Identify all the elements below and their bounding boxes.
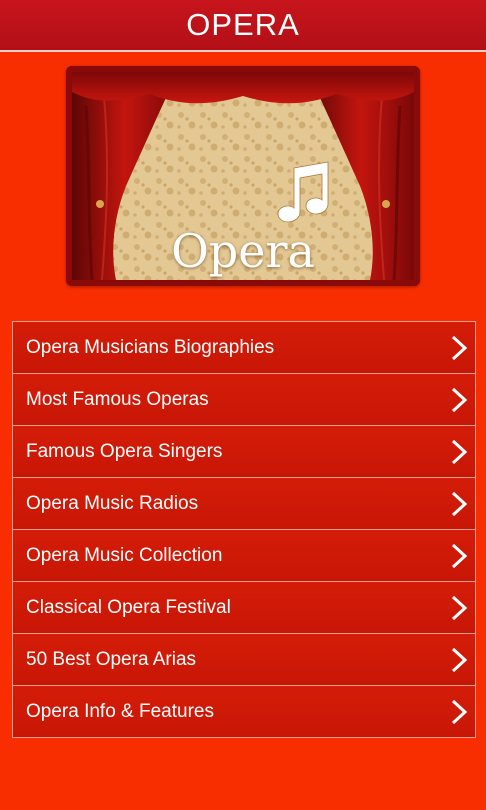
music-note-icon [277,161,329,223]
chevron-right-icon [451,595,468,621]
menu-item-label: Most Famous Operas [26,388,209,410]
menu-item-50-best-opera-arias[interactable]: 50 Best Opera Arias [13,634,475,686]
menu-item-opera-info-features[interactable]: Opera Info & Features [13,686,475,738]
banner-caption: Opera [171,224,315,278]
chevron-right-icon [451,387,468,413]
menu-item-label: Famous Opera Singers [26,440,223,462]
chevron-right-icon [451,543,468,569]
chevron-right-icon [451,699,468,725]
menu-item-label: Opera Info & Features [26,700,214,722]
menu-item-most-famous-operas[interactable]: Most Famous Operas [13,374,475,426]
main-menu: Opera Musicians Biographies Most Famous … [12,321,476,738]
menu-item-label: Opera Musicians Biographies [26,336,275,358]
opera-banner: Opera [66,66,420,286]
menu-item-label: Classical Opera Festival [26,596,231,618]
menu-item-opera-musicians-biographies[interactable]: Opera Musicians Biographies [13,322,475,374]
menu-item-label: Opera Music Radios [26,492,199,514]
app-title: OPERA [186,7,300,42]
chevron-right-icon [451,647,468,673]
chevron-right-icon [451,335,468,361]
menu-item-classical-opera-festival[interactable]: Classical Opera Festival [13,582,475,634]
menu-item-label: Opera Music Collection [26,544,223,566]
menu-item-famous-opera-singers[interactable]: Famous Opera Singers [13,426,475,478]
chevron-right-icon [451,439,468,465]
chevron-right-icon [451,491,468,517]
menu-item-opera-music-collection[interactable]: Opera Music Collection [13,530,475,582]
menu-item-opera-music-radios[interactable]: Opera Music Radios [13,478,475,530]
menu-item-label: 50 Best Opera Arias [26,648,197,670]
app-header: OPERA [0,0,486,52]
